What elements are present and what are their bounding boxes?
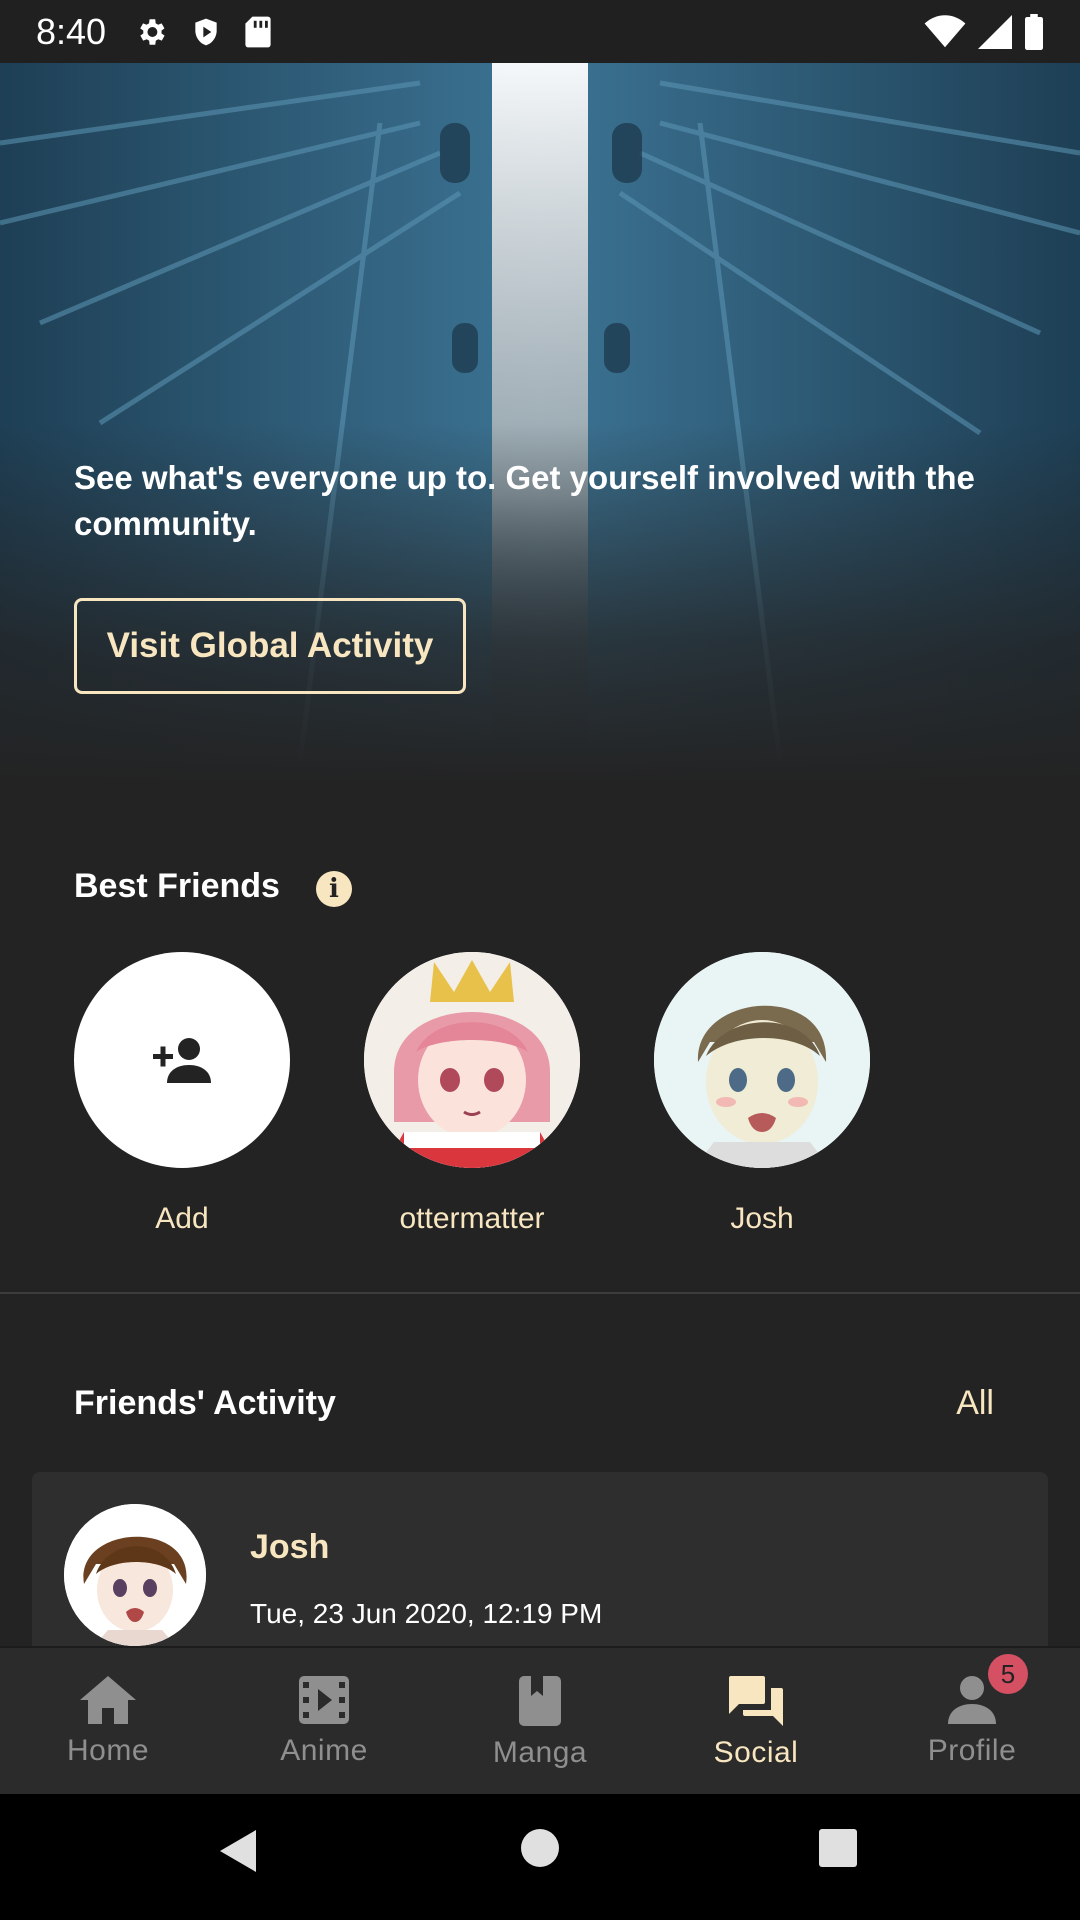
best-friends-title: Best Friends bbox=[74, 867, 280, 905]
section-divider bbox=[0, 1292, 1080, 1294]
back-icon[interactable] bbox=[218, 1828, 258, 1879]
status-time: 8:40 bbox=[36, 10, 107, 52]
nav-profile[interactable]: Profile 5 bbox=[864, 1648, 1080, 1796]
activity-card[interactable]: Josh Tue, 23 Jun 2020, 12:19 PM bbox=[32, 1472, 1048, 1672]
nav-label-profile: Profile bbox=[927, 1734, 1017, 1767]
info-icon[interactable]: i bbox=[316, 871, 352, 907]
nav-home[interactable]: Home bbox=[0, 1648, 216, 1796]
nav-label-manga: Manga bbox=[492, 1736, 588, 1769]
nav-label-anime: Anime bbox=[280, 1734, 368, 1767]
nav-label-home: Home bbox=[66, 1734, 150, 1767]
activity-timestamp: Tue, 23 Jun 2020, 12:19 PM bbox=[250, 1598, 603, 1629]
friend-josh[interactable]: Josh bbox=[654, 952, 870, 1236]
chat-icon bbox=[729, 1676, 783, 1726]
avatar[interactable] bbox=[654, 952, 870, 1168]
friends-activity-all-link[interactable]: All bbox=[956, 1384, 994, 1423]
avatar[interactable] bbox=[364, 952, 580, 1168]
friend-name-ottermatter: ottermatter bbox=[399, 1202, 545, 1235]
nav-anime[interactable]: Anime bbox=[216, 1648, 432, 1796]
home-circle-icon[interactable] bbox=[520, 1828, 560, 1873]
home-icon bbox=[80, 1676, 136, 1724]
add-friend-button[interactable]: Add bbox=[74, 952, 290, 1236]
nav-manga[interactable]: Manga bbox=[432, 1648, 648, 1796]
shield-icon bbox=[190, 15, 222, 49]
status-bar: 8:40 bbox=[0, 0, 1080, 63]
add-person-icon bbox=[153, 1038, 211, 1083]
add-friend-avatar[interactable] bbox=[74, 952, 290, 1168]
friend-ottermatter[interactable]: ottermatter bbox=[364, 952, 580, 1236]
battery-icon bbox=[1024, 13, 1044, 50]
notification-badge: 5 bbox=[988, 1654, 1028, 1694]
settings-icon bbox=[134, 15, 168, 49]
activity-user-name[interactable]: Josh bbox=[250, 1528, 329, 1567]
friend-name-josh: Josh bbox=[730, 1202, 794, 1235]
status-left-icons bbox=[134, 15, 272, 49]
hero-banner: See what's everyone up to. Get yourself … bbox=[0, 63, 1080, 783]
avatar[interactable] bbox=[64, 1504, 206, 1646]
friends-activity-title: Friends' Activity bbox=[74, 1384, 336, 1422]
nav-social[interactable]: Social bbox=[648, 1648, 864, 1796]
system-navigation-bar bbox=[0, 1794, 1080, 1920]
nav-label-social: Social bbox=[713, 1736, 799, 1769]
status-right-icons bbox=[924, 13, 1044, 50]
bottom-navigation: Home Anime Manga Social Profile 5 bbox=[0, 1646, 1080, 1794]
visit-global-activity-button[interactable]: Visit Global Activity bbox=[74, 598, 466, 694]
recents-icon[interactable] bbox=[818, 1828, 858, 1873]
friend-name-add: Add bbox=[155, 1202, 209, 1235]
film-icon bbox=[299, 1676, 349, 1724]
hero-description: See what's everyone up to. Get yourself … bbox=[74, 459, 975, 542]
wifi-icon bbox=[924, 14, 966, 49]
cellular-icon bbox=[978, 14, 1012, 49]
book-icon bbox=[519, 1676, 561, 1726]
sd-card-icon bbox=[244, 15, 272, 49]
